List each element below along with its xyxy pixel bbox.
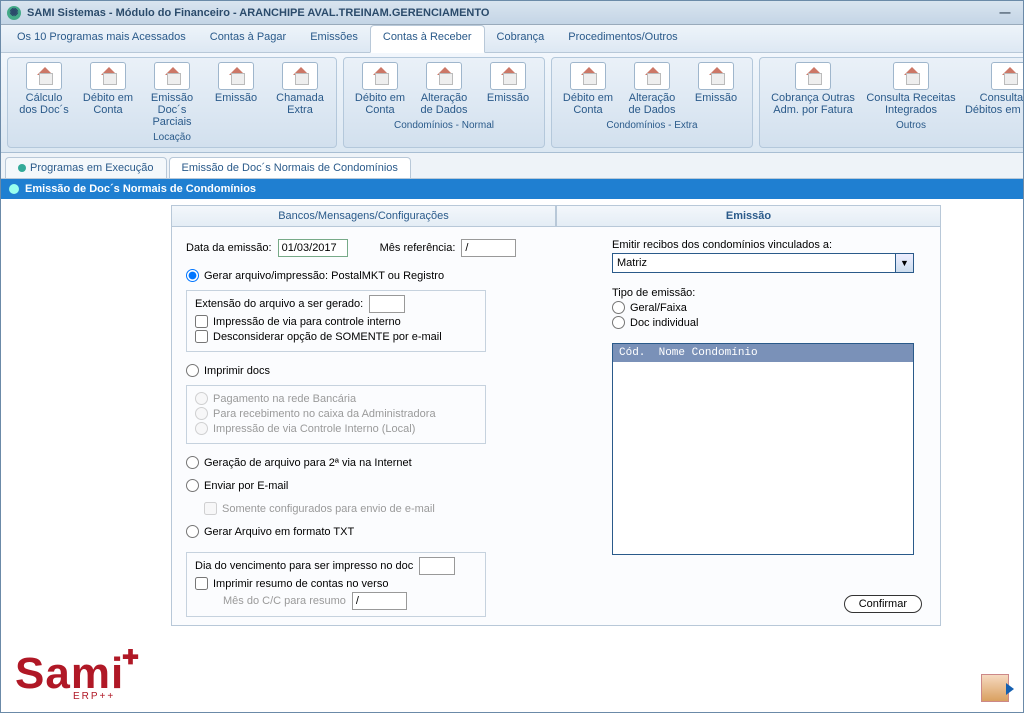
rbtn-calculo-docs[interactable]: Cálculo dos Doc´s xyxy=(16,62,72,128)
radio-gerar-arquivo[interactable] xyxy=(186,269,199,282)
tab-emissao-docs[interactable]: Emissão de Doc´s Normais de Condomínios xyxy=(169,157,411,178)
label-tipo-emissao: Tipo de emissão: xyxy=(612,287,922,299)
rbtn-emissao-ce[interactable]: Emissão xyxy=(688,62,744,116)
house-icon xyxy=(795,62,831,90)
radio-email[interactable] xyxy=(186,479,199,492)
input-dia-venc[interactable] xyxy=(419,557,455,575)
input-matriz[interactable] xyxy=(612,253,896,273)
document-tabs: Programas em Execução Emissão de Doc´s N… xyxy=(1,153,1023,179)
rbtn-alteracao-dados-ce[interactable]: Alteração de Dados xyxy=(624,62,680,116)
work-area: Bancos/Mensagens/Configurações Emissão D… xyxy=(1,199,1023,712)
title-bar: ✺ SAMI Sistemas - Módulo do Financeiro -… xyxy=(1,1,1023,25)
confirm-button[interactable]: Confirmar xyxy=(844,595,922,613)
label-extensao: Extensão do arquivo a ser gerado: xyxy=(195,298,363,310)
logo-sub: ERP++ xyxy=(73,691,141,702)
house-icon xyxy=(426,62,462,90)
ribbon-group-locacao: Cálculo dos Doc´s Débito em Conta Emissã… xyxy=(7,57,337,148)
radio-geral-faixa[interactable] xyxy=(612,301,625,314)
ribbon: Cálculo dos Doc´s Débito em Conta Emissã… xyxy=(1,53,1023,153)
rbtn-debito-conta-cn[interactable]: Débito em Conta xyxy=(352,62,408,116)
radio-ctrl-local xyxy=(195,422,208,435)
dot-icon xyxy=(9,184,19,194)
menu-top10[interactable]: Os 10 Programas mais Acessados xyxy=(5,25,198,52)
list-header: Cód. Nome Condomínio xyxy=(613,344,913,362)
radio-caixa-adm xyxy=(195,407,208,420)
check-resumo-verso[interactable] xyxy=(195,577,208,590)
rbtn-emissao-cn[interactable]: Emissão xyxy=(480,62,536,116)
group-vencimento: Dia do vencimento para ser impresso no d… xyxy=(186,552,486,617)
check-desconsiderar-somente[interactable] xyxy=(195,330,208,343)
plus-icon: ✚ xyxy=(122,645,139,670)
ribbon-group-cond-normal: Débito em Conta Alteração de Dados Emiss… xyxy=(343,57,545,148)
house-icon xyxy=(698,62,734,90)
dot-icon xyxy=(18,164,26,172)
ribbon-label-cond-normal: Condomínios - Normal xyxy=(344,118,544,135)
radio-doc-individual[interactable] xyxy=(612,316,625,329)
house-icon xyxy=(90,62,126,90)
panel-title-bar: Emissão de Doc´s Normais de Condomínios xyxy=(1,179,1023,199)
house-icon xyxy=(991,62,1024,90)
house-icon xyxy=(218,62,254,90)
menu-emissoes[interactable]: Emissões xyxy=(298,25,370,52)
house-icon xyxy=(26,62,62,90)
ribbon-label-cond-extra: Condomínios - Extra xyxy=(552,118,752,135)
radio-txt[interactable] xyxy=(186,525,199,538)
form-panel: Data da emissão: Mês referência: Gerar a… xyxy=(171,226,941,626)
menu-contas-receber[interactable]: Contas à Receber xyxy=(370,25,485,53)
house-icon xyxy=(282,62,318,90)
house-icon xyxy=(154,62,190,90)
house-icon xyxy=(570,62,606,90)
ribbon-label-locacao: Locação xyxy=(8,130,336,147)
group-imprimir: Pagamento na rede Bancária Para recebime… xyxy=(186,385,486,444)
rbtn-consulta-debitos[interactable]: Consulta de Débitos em Conta xyxy=(964,62,1024,116)
rbtn-debito-conta-ce[interactable]: Débito em Conta xyxy=(560,62,616,116)
rbtn-consulta-receitas[interactable]: Consulta Receitas Integrados xyxy=(866,62,956,116)
chevron-down-icon[interactable]: ▼ xyxy=(896,253,914,273)
radio-pag-rede xyxy=(195,392,208,405)
list-condominios[interactable]: Cód. Nome Condomínio xyxy=(612,343,914,555)
ribbon-group-cond-extra: Débito em Conta Alteração de Dados Emiss… xyxy=(551,57,753,148)
house-icon xyxy=(490,62,526,90)
rbtn-emissao-parciais[interactable]: Emissão Doc´s Parciais xyxy=(144,62,200,128)
footer: Sami ✚ ERP++ xyxy=(15,649,1009,702)
ribbon-label-outros: Outros xyxy=(760,118,1024,135)
radio-imprimir-docs[interactable] xyxy=(186,364,199,377)
subtabs: Bancos/Mensagens/Configurações Emissão xyxy=(171,205,941,226)
exit-door-button[interactable] xyxy=(981,674,1009,702)
check-somente-email xyxy=(204,502,217,515)
rbtn-emissao-loc[interactable]: Emissão xyxy=(208,62,264,128)
label-emitir-vinculados: Emitir recibos dos condomínios vinculado… xyxy=(612,239,922,251)
rbtn-chamada-extra[interactable]: Chamada Extra xyxy=(272,62,328,128)
label-dia-venc: Dia do vencimento para ser impresso no d… xyxy=(195,560,413,572)
house-icon xyxy=(893,62,929,90)
tab-programas-execucao[interactable]: Programas em Execução xyxy=(5,157,167,178)
house-icon xyxy=(634,62,670,90)
panel-title: Emissão de Doc´s Normais de Condomínios xyxy=(25,183,256,195)
subtab-emissao[interactable]: Emissão xyxy=(556,205,941,226)
app-icon: ✺ xyxy=(7,6,21,20)
label-mes-cc: Mês do C/C para resumo xyxy=(223,595,346,607)
input-mes-cc[interactable] xyxy=(352,592,407,610)
input-data-emissao[interactable] xyxy=(278,239,348,257)
ribbon-group-outros: Cobrança Outras Adm. por Fatura Consulta… xyxy=(759,57,1024,148)
house-icon xyxy=(362,62,398,90)
minimize-button[interactable]: — xyxy=(993,7,1017,19)
rbtn-alteracao-dados-cn[interactable]: Alteração de Dados xyxy=(416,62,472,116)
menu-procedimentos[interactable]: Procedimentos/Outros xyxy=(556,25,689,52)
rbtn-cobranca-outras[interactable]: Cobrança Outras Adm. por Fatura xyxy=(768,62,858,116)
menu-contas-pagar[interactable]: Contas à Pagar xyxy=(198,25,298,52)
group-gerar: Extensão do arquivo a ser gerado: Impres… xyxy=(186,290,486,352)
input-mes-ref[interactable] xyxy=(461,239,516,257)
radio-2via[interactable] xyxy=(186,456,199,469)
menu-bar: Os 10 Programas mais Acessados Contas à … xyxy=(1,25,1023,53)
check-controle-interno[interactable] xyxy=(195,315,208,328)
menu-cobranca[interactable]: Cobrança xyxy=(485,25,557,52)
window-title: SAMI Sistemas - Módulo do Financeiro - A… xyxy=(27,7,489,19)
dropdown-matriz[interactable]: ▼ xyxy=(612,253,914,273)
rbtn-debito-conta-loc[interactable]: Débito em Conta xyxy=(80,62,136,128)
input-extensao[interactable] xyxy=(369,295,405,313)
subtab-bancos[interactable]: Bancos/Mensagens/Configurações xyxy=(171,205,556,226)
label-data-emissao: Data da emissão: xyxy=(186,242,272,254)
label-mes-ref: Mês referência: xyxy=(380,242,456,254)
